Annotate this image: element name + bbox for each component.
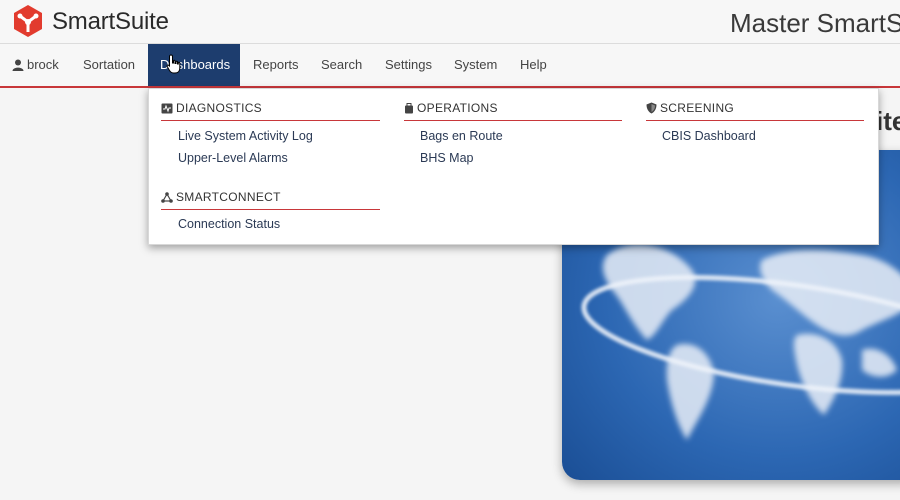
nav-reports[interactable]: Reports — [241, 44, 311, 86]
link-live-system-activity-log[interactable]: Live System Activity Log — [178, 129, 313, 143]
section-diagnostics: DIAGNOSTICS — [161, 101, 380, 121]
section-title: SMARTCONNECT — [176, 190, 281, 204]
link-connection-status[interactable]: Connection Status — [178, 217, 280, 231]
link-bags-en-route[interactable]: Bags en Route — [420, 129, 503, 143]
site-title: Master SmartSu — [730, 8, 900, 38]
section-operations: OPERATIONS — [404, 101, 622, 121]
section-title: DIAGNOSTICS — [176, 101, 262, 115]
hand-cursor-icon — [166, 54, 181, 74]
nav-system[interactable]: System — [442, 44, 509, 86]
nav-help[interactable]: Help — [508, 44, 559, 86]
monitor-icon — [161, 103, 173, 114]
suitcase-icon — [405, 103, 413, 114]
link-cbis-dashboard[interactable]: CBIS Dashboard — [662, 129, 756, 143]
network-icon — [161, 192, 173, 203]
nav-sortation[interactable]: Sortation — [71, 44, 147, 86]
section-title: OPERATIONS — [417, 101, 498, 115]
nav-settings[interactable]: Settings — [373, 44, 444, 86]
smartsuite-logo — [14, 5, 42, 37]
link-upper-level-alarms[interactable]: Upper-Level Alarms — [178, 151, 288, 165]
nav-dashboards[interactable]: Dashboards — [148, 44, 240, 86]
page-heading: ite — [876, 106, 900, 136]
link-bhs-map[interactable]: BHS Map — [420, 151, 474, 165]
nav-search[interactable]: Search — [309, 44, 374, 86]
brand-name: SmartSuite — [52, 8, 169, 35]
nav-user-label: brock — [27, 57, 59, 72]
user-icon — [12, 59, 24, 71]
shield-icon — [646, 102, 657, 114]
nav-user-menu[interactable]: brock — [0, 44, 71, 86]
dashboards-dropdown: DIAGNOSTICS Live System Activity Log Upp… — [148, 88, 879, 245]
section-smartconnect: SMARTCONNECT — [161, 190, 380, 210]
app-header: SmartSuite Master SmartSu — [0, 0, 900, 44]
section-title: SCREENING — [660, 101, 735, 115]
main-nav: brock Sortation Dashboards Reports Searc… — [0, 44, 900, 88]
section-screening: SCREENING — [646, 101, 864, 121]
